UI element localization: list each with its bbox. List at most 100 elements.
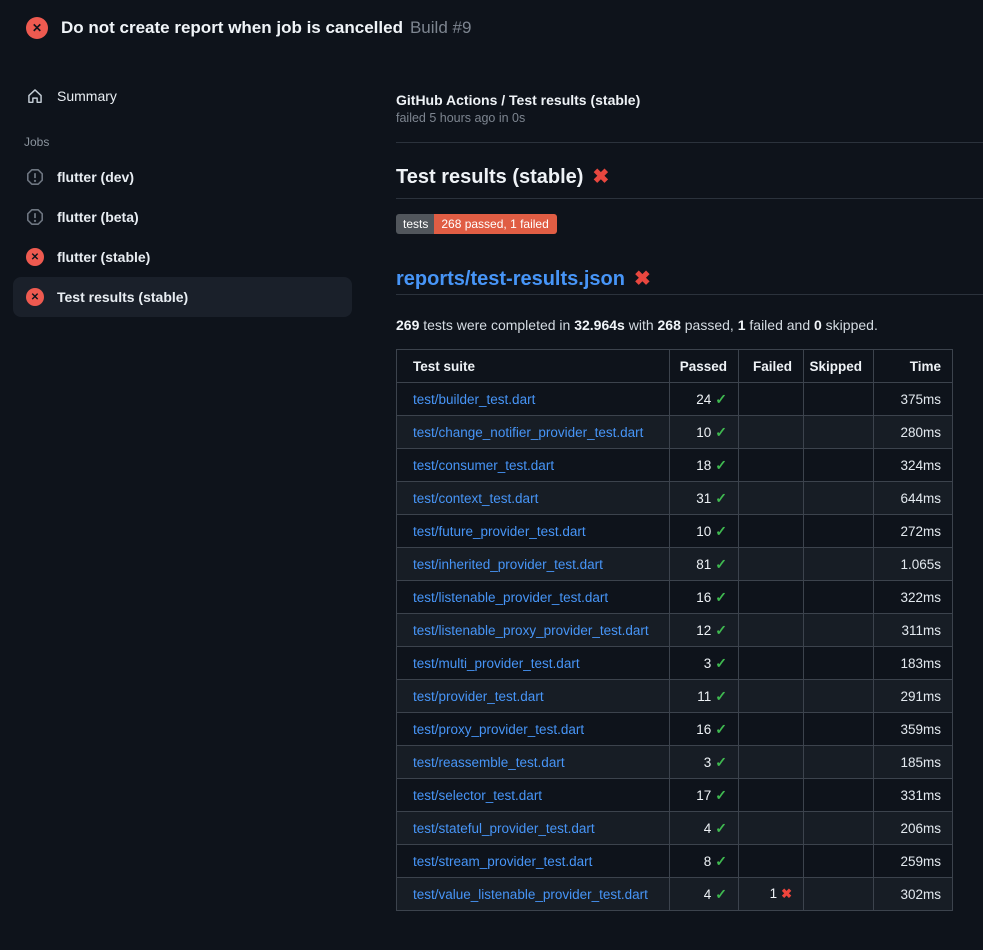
suite-link[interactable]: test/stream_provider_test.dart <box>413 854 592 869</box>
passed-cell: 18✓ <box>670 449 739 482</box>
passed-cell: 81 ✓ <box>670 548 739 581</box>
check-icon: ✓ <box>715 556 727 572</box>
results-table-head: Test suitePassedFailedSkippedTime <box>397 350 953 383</box>
table-row: test/multi_provider_test.dart3✓183ms <box>397 647 953 680</box>
time-value: 259ms <box>900 854 941 869</box>
passed-cell: 24✓ <box>670 383 739 416</box>
job-cancelled-icon <box>26 208 44 226</box>
skipped-count: 0 <box>814 317 822 333</box>
run-failed-icon: ✕ <box>26 17 48 39</box>
header-row: Test suitePassedFailedSkippedTime <box>397 350 953 383</box>
suite-link[interactable]: test/context_test.dart <box>413 491 538 506</box>
passed-value: 4 <box>704 821 712 836</box>
suite-link[interactable]: test/listenable_proxy_provider_test.dart <box>413 623 649 638</box>
passed-value: 17 <box>696 788 711 803</box>
report-title: reports/test-results.json ✖ <box>396 266 983 295</box>
table-row: test/reassemble_test.dart3✓185ms <box>397 746 953 779</box>
table-row: test/stateful_provider_test.dart4✓206ms <box>397 812 953 845</box>
time-cell: 644ms <box>874 482 953 515</box>
results-table-body: test/builder_test.dart24✓375mstest/chang… <box>397 383 953 911</box>
time-value: 272ms <box>900 524 941 539</box>
failed-cell <box>739 449 804 482</box>
job-label: Test results (stable) <box>57 289 188 305</box>
sidebar-item-flutter-beta[interactable]: flutter (beta) <box>13 197 352 237</box>
suite-link[interactable]: test/inherited_provider_test.dart <box>413 557 603 572</box>
skipped-cell <box>804 779 874 812</box>
job-label: flutter (beta) <box>57 209 139 225</box>
suite-link[interactable]: test/reassemble_test.dart <box>413 755 565 770</box>
suite-link[interactable]: test/future_provider_test.dart <box>413 524 586 539</box>
failed-cell <box>739 746 804 779</box>
sidebar-item-summary[interactable]: Summary <box>13 78 352 114</box>
time-cell: 324ms <box>874 449 953 482</box>
table-row: test/builder_test.dart24✓375ms <box>397 383 953 416</box>
suite-cell: test/proxy_provider_test.dart <box>397 713 670 746</box>
check-icon: ✓ <box>715 721 727 737</box>
time-value: 331ms <box>900 788 941 803</box>
table-row: test/context_test.dart31✓644ms <box>397 482 953 515</box>
suite-link[interactable]: test/provider_test.dart <box>413 689 544 704</box>
suite-link[interactable]: test/value_listenable_provider_test.dart <box>413 887 648 902</box>
job-label: flutter (dev) <box>57 169 134 185</box>
passed-value: 10 <box>696 524 711 539</box>
results-table: Test suitePassedFailedSkippedTime test/b… <box>396 349 953 911</box>
time-value: 302ms <box>900 887 941 902</box>
table-row: test/listenable_provider_test.dart16✓322… <box>397 581 953 614</box>
passed-cell: 10✓ <box>670 416 739 449</box>
passed-cell: 16✓ <box>670 713 739 746</box>
failed-cell <box>739 581 804 614</box>
report-link[interactable]: reports/test-results.json <box>396 268 625 290</box>
failed-cell <box>739 779 804 812</box>
time-value: 1.065s <box>900 557 941 572</box>
failed-cell <box>739 614 804 647</box>
suite-link[interactable]: test/stateful_provider_test.dart <box>413 821 595 836</box>
suite-link[interactable]: test/change_notifier_provider_test.dart <box>413 425 643 440</box>
column-header-test-suite: Test suite <box>397 350 670 383</box>
sidebar-item-flutter-stable[interactable]: ✕flutter (stable) <box>13 237 352 277</box>
time-cell: 1.065s <box>874 548 953 581</box>
check-icon: ✓ <box>715 589 727 605</box>
skipped-cell <box>804 482 874 515</box>
suite-link[interactable]: test/builder_test.dart <box>413 392 535 407</box>
summary-line: 269 tests were completed in 32.964s with… <box>396 317 983 333</box>
failed-count: 1 <box>738 317 746 333</box>
passed-value: 31 <box>696 491 711 506</box>
passed-value: 12 <box>696 623 711 638</box>
suite-link[interactable]: test/proxy_provider_test.dart <box>413 722 584 737</box>
failed-x-icon: ✖ <box>634 268 651 290</box>
time-value: 311ms <box>901 623 941 638</box>
passed-cell: 3✓ <box>670 746 739 779</box>
table-row: test/provider_test.dart11✓291ms <box>397 680 953 713</box>
check-icon: ✓ <box>715 391 727 407</box>
sidebar: Summary Jobs flutter (dev) flutter (beta)… <box>0 56 380 317</box>
check-icon: ✓ <box>715 655 727 671</box>
suite-link[interactable]: test/multi_provider_test.dart <box>413 656 580 671</box>
passed-value: 3 <box>704 656 712 671</box>
main-content: GitHub Actions / Test results (stable) f… <box>380 56 983 911</box>
check-icon: ✓ <box>715 457 727 473</box>
time-cell: 311ms <box>874 614 953 647</box>
failed-cell <box>739 383 804 416</box>
sidebar-item-flutter-dev[interactable]: flutter (dev) <box>13 157 352 197</box>
skipped-cell <box>804 416 874 449</box>
section-title: Test results (stable)✖ <box>396 164 983 199</box>
failed-cell <box>739 680 804 713</box>
table-row: test/future_provider_test.dart 10 ✓ 272ms <box>397 515 953 548</box>
check-icon: ✓ <box>715 853 727 869</box>
skipped-cell <box>804 383 874 416</box>
jobs-caption: Jobs <box>24 135 380 149</box>
skipped-cell <box>804 812 874 845</box>
table-row: test/proxy_provider_test.dart 16✓ 359ms <box>397 713 953 746</box>
check-icon: ✓ <box>715 523 727 539</box>
suite-link[interactable]: test/listenable_provider_test.dart <box>413 590 608 605</box>
time-value: 359ms <box>900 722 941 737</box>
suite-link[interactable]: test/consumer_test.dart <box>413 458 554 473</box>
time-cell: 259ms <box>874 845 953 878</box>
suite-cell: test/context_test.dart <box>397 482 670 515</box>
job-label: flutter (stable) <box>57 249 150 265</box>
sidebar-item-test-results-stable[interactable]: ✕Test results (stable) <box>13 277 352 317</box>
suite-link[interactable]: test/selector_test.dart <box>413 788 542 803</box>
passed-cell: 4✓ <box>670 812 739 845</box>
passed-value: 81 <box>696 557 711 572</box>
table-row: test/value_listenable_provider_test.dart… <box>397 878 953 911</box>
